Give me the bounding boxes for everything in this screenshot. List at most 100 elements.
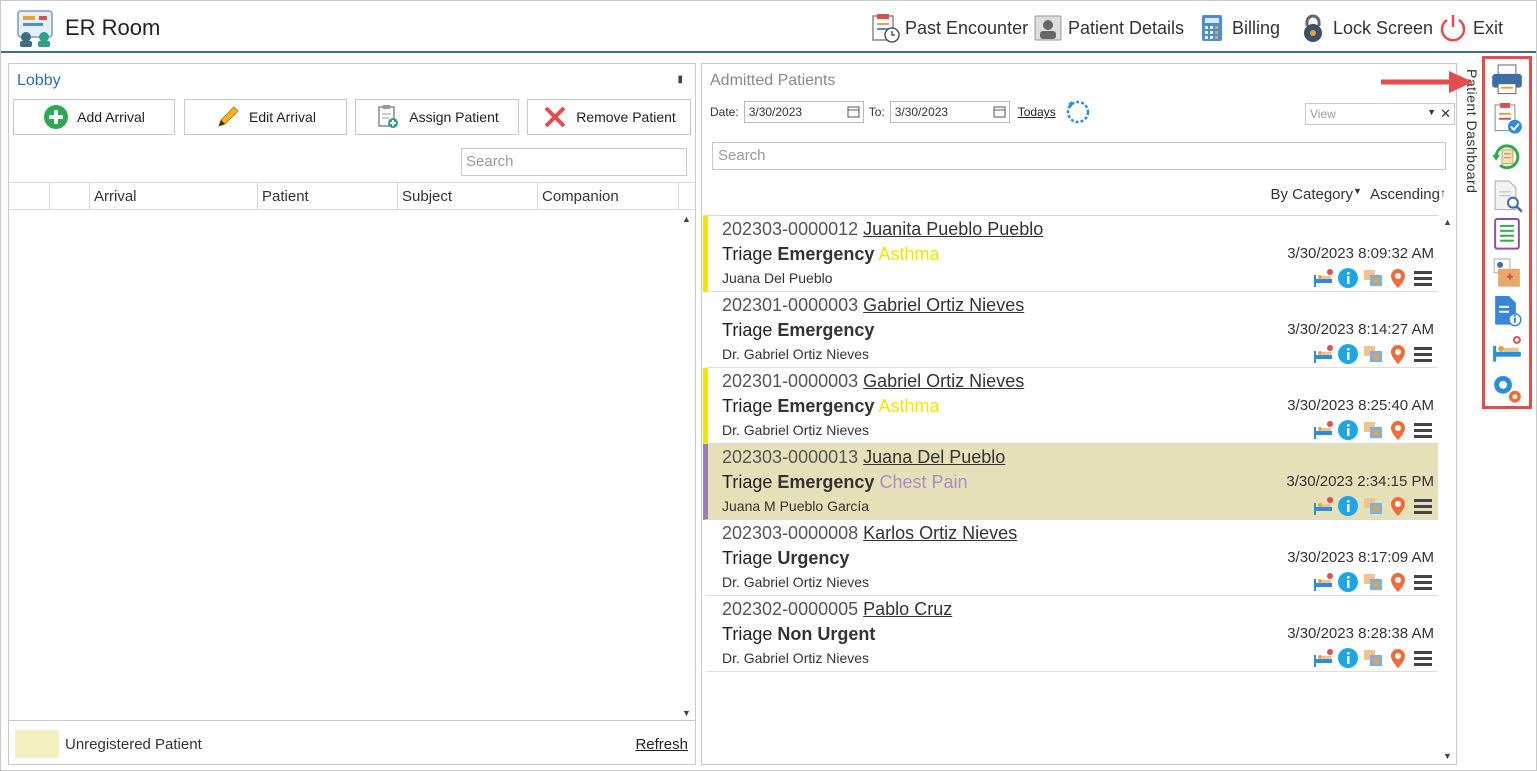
view-select[interactable]: View ▼ ✕	[1305, 103, 1455, 125]
card-actions	[1312, 267, 1434, 289]
date-to-value: 3/30/2023	[894, 105, 949, 119]
transfer-icon[interactable]	[1362, 343, 1384, 365]
remove-x-icon	[544, 106, 566, 128]
patient-card[interactable]: 202303-0000012 Juanita Pueblo Pueblo Tri…	[703, 216, 1438, 292]
add-arrival-button[interactable]: Add Arrival	[13, 99, 175, 135]
history-icon[interactable]	[1489, 139, 1525, 175]
patient-name-link[interactable]: Pablo Cruz	[863, 599, 952, 619]
bed-action-icon[interactable]	[1312, 343, 1334, 365]
info-icon[interactable]	[1337, 267, 1359, 289]
transfer-icon[interactable]	[1362, 419, 1384, 441]
title-bar: ER Room Past Encounter Patient Details B…	[1, 1, 1536, 53]
menu-icon[interactable]	[1412, 343, 1434, 365]
remove-patient-button[interactable]: Remove Patient	[527, 99, 691, 135]
patient-name-link[interactable]: Gabriel Ortiz Nieves	[863, 295, 1024, 315]
info-icon[interactable]	[1337, 495, 1359, 517]
scroll-up-icon[interactable]: ▲	[1443, 217, 1452, 227]
menu-icon[interactable]	[1412, 419, 1434, 441]
admitted-search-input[interactable]: Search	[712, 142, 1446, 170]
bed-action-icon[interactable]	[1312, 571, 1334, 593]
close-icon[interactable]: ✕	[1440, 106, 1451, 122]
info-icon[interactable]	[1337, 647, 1359, 669]
refresh-icon[interactable]	[1064, 98, 1092, 126]
patient-card-selected[interactable]: 202303-0000013 Juana Del Pueblo Triage E…	[703, 444, 1438, 520]
location-pin-icon[interactable]	[1387, 267, 1409, 289]
transfer-icon[interactable]	[1362, 267, 1384, 289]
medical-record-icon[interactable]	[1489, 255, 1525, 291]
location-pin-icon[interactable]	[1387, 647, 1409, 669]
chevron-down-icon[interactable]: ▼	[1427, 107, 1436, 117]
info-icon[interactable]	[1337, 419, 1359, 441]
transfer-icon[interactable]	[1362, 495, 1384, 517]
patient-name-link[interactable]: Juanita Pueblo Pueblo	[863, 219, 1043, 239]
location-pin-icon[interactable]	[1387, 419, 1409, 441]
lock-screen-button[interactable]: Lock Screen	[1297, 11, 1433, 45]
settings-icon[interactable]	[1489, 371, 1525, 407]
date-to-field[interactable]: 3/30/2023	[889, 101, 1010, 123]
sort-by-dropdown[interactable]: By Category▼	[1270, 186, 1361, 203]
sort-by-label: By Category	[1270, 186, 1354, 203]
column-arrival[interactable]: Arrival	[90, 183, 258, 209]
edit-arrival-button[interactable]: Edit Arrival	[184, 99, 347, 135]
patient-name-link[interactable]: Karlos Ortiz Nieves	[863, 523, 1017, 543]
triage-level: Emergency	[777, 396, 875, 416]
clipboard-list-icon[interactable]	[1489, 216, 1525, 252]
scroll-up-icon[interactable]: ▲	[682, 214, 691, 224]
pin-icon[interactable]: ▮	[677, 74, 683, 85]
printer-icon[interactable]	[1489, 62, 1525, 98]
billing-button[interactable]: Billing	[1196, 11, 1280, 45]
assign-patient-button[interactable]: Assign Patient	[355, 99, 519, 135]
patient-details-button[interactable]: Patient Details	[1032, 11, 1184, 45]
date-from-field[interactable]: 3/30/2023	[743, 101, 864, 123]
patient-id: 202302-0000005	[722, 599, 859, 619]
bed-icon[interactable]	[1489, 332, 1525, 368]
bed-action-icon[interactable]	[1312, 495, 1334, 517]
location-pin-icon[interactable]	[1387, 571, 1409, 593]
column-companion[interactable]: Companion	[538, 183, 679, 209]
grid-select-column[interactable]	[9, 183, 50, 209]
info-icon[interactable]	[1337, 571, 1359, 593]
document-search-icon[interactable]	[1489, 178, 1525, 214]
lobby-search-input[interactable]: Search	[461, 148, 687, 176]
checklist-icon[interactable]	[1489, 101, 1525, 137]
bed-action-icon[interactable]	[1312, 267, 1334, 289]
scroll-down-icon[interactable]: ▼	[1443, 751, 1452, 761]
menu-icon[interactable]	[1412, 571, 1434, 593]
patient-name-link[interactable]: Juana Del Pueblo	[863, 447, 1005, 467]
patient-info-icon[interactable]	[1489, 293, 1525, 329]
refresh-link[interactable]: Refresh	[635, 736, 688, 753]
patient-name-link[interactable]: Gabriel Ortiz Nieves	[863, 371, 1024, 391]
patient-card[interactable]: 202301-0000003 Gabriel Ortiz Nieves Tria…	[703, 292, 1438, 368]
transfer-icon[interactable]	[1362, 647, 1384, 669]
location-pin-icon[interactable]	[1387, 343, 1409, 365]
card-actions	[1312, 343, 1434, 365]
location-pin-icon[interactable]	[1387, 495, 1409, 517]
triage-line: Triage Emergency Asthma	[722, 396, 939, 417]
menu-icon[interactable]	[1412, 495, 1434, 517]
sort-order-toggle[interactable]: Ascending↑	[1370, 186, 1446, 203]
exit-button[interactable]: Exit	[1437, 11, 1503, 45]
patient-header: 202301-0000003 Gabriel Ortiz Nieves	[722, 371, 1024, 392]
column-patient[interactable]: Patient	[258, 183, 398, 209]
calendar-icon[interactable]	[847, 105, 860, 118]
scroll-down-icon[interactable]: ▼	[682, 708, 691, 718]
companion-name: Dr. Gabriel Ortiz Nieves	[722, 422, 870, 438]
patient-card[interactable]: 202302-0000005 Pablo Cruz Triage Non Urg…	[703, 596, 1438, 672]
triage-label: Triage	[722, 244, 773, 264]
calendar-icon[interactable]	[993, 105, 1006, 118]
past-encounter-button[interactable]: Past Encounter	[869, 11, 1028, 45]
info-icon[interactable]	[1337, 343, 1359, 365]
transfer-icon[interactable]	[1362, 571, 1384, 593]
column-subject[interactable]: Subject	[398, 183, 538, 209]
menu-icon[interactable]	[1412, 647, 1434, 669]
bed-action-icon[interactable]	[1312, 647, 1334, 669]
lobby-scrollbar[interactable]: ▲ ▼	[679, 212, 693, 718]
grid-indicator-column[interactable]	[50, 183, 90, 209]
triage-line: Triage Urgency	[722, 548, 849, 569]
todays-link[interactable]: Todays	[1018, 105, 1056, 119]
patient-card[interactable]: 202303-0000008 Karlos Ortiz Nieves Triag…	[703, 520, 1438, 596]
admitted-scrollbar[interactable]: ▲ ▼	[1440, 215, 1454, 763]
bed-action-icon[interactable]	[1312, 419, 1334, 441]
patient-card[interactable]: 202301-0000003 Gabriel Ortiz Nieves Tria…	[703, 368, 1438, 444]
menu-icon[interactable]	[1412, 267, 1434, 289]
